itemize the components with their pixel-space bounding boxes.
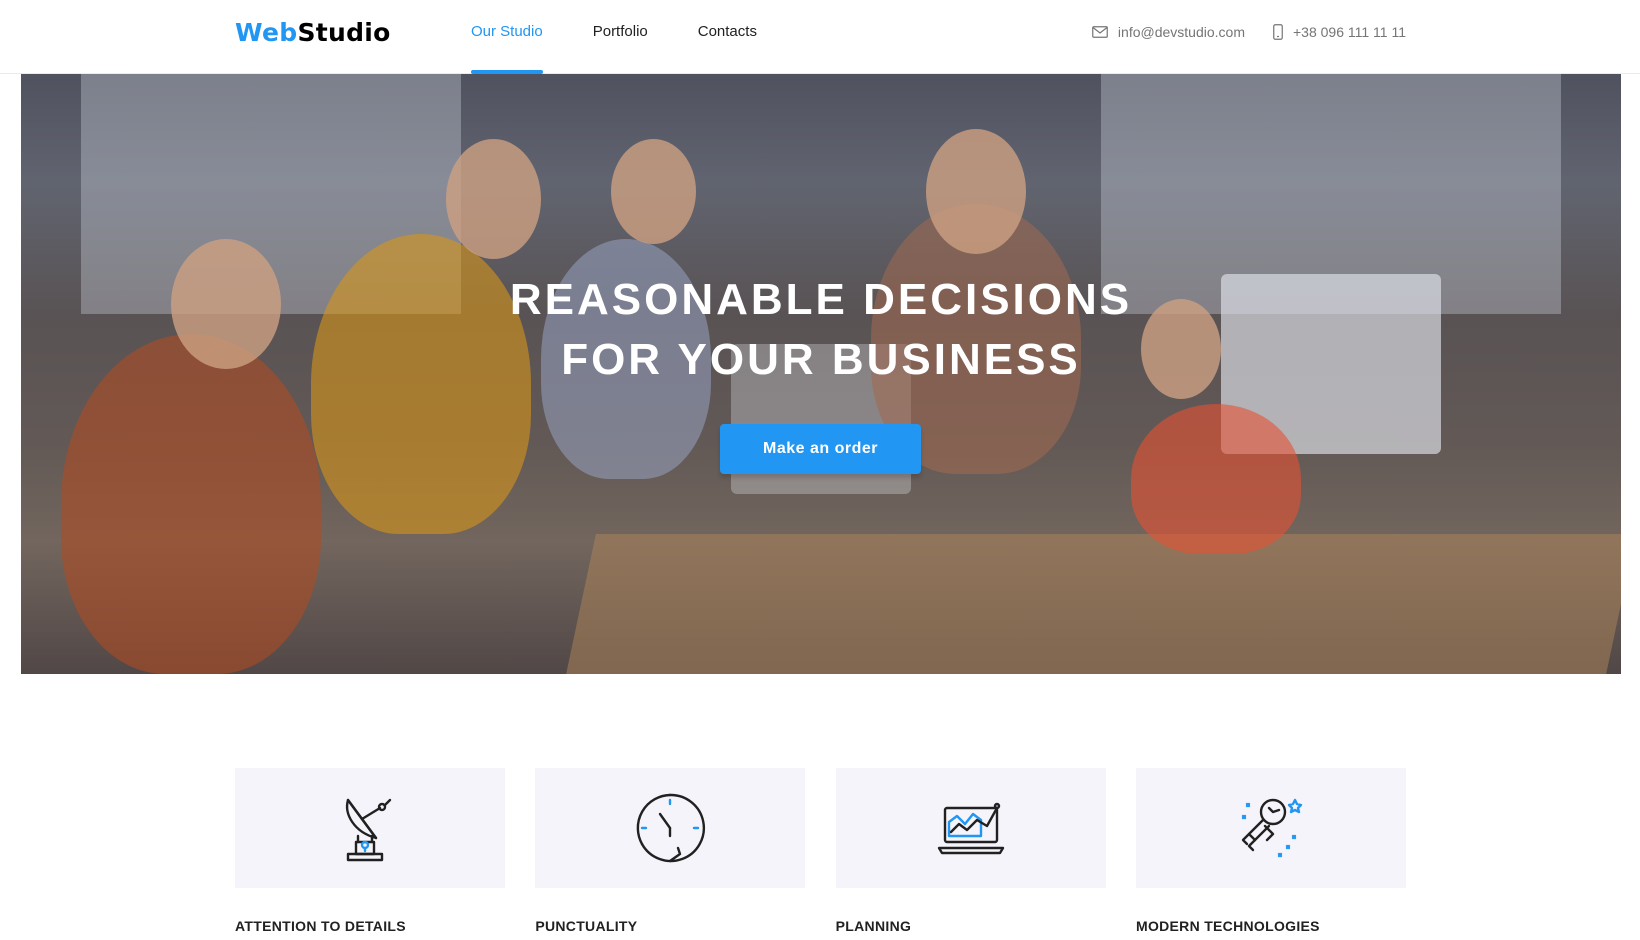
phone-icon [1273, 24, 1283, 40]
feature-card: Punctuality [535, 768, 806, 934]
make-order-button[interactable]: Make an order [720, 424, 921, 474]
phone-link[interactable]: +38 096 111 11 11 [1273, 24, 1406, 40]
hero-title: Reasonable decisions for your business [21, 270, 1621, 390]
email-text: info@devstudio.com [1117, 24, 1245, 40]
satellite-dish-icon [345, 798, 392, 862]
feature-card: Planning [835, 768, 1106, 934]
phone-text: +38 096 111 11 11 [1292, 24, 1406, 40]
feature-title: Modern technologies [1135, 918, 1320, 934]
hero-title-line2: for your business [561, 335, 1081, 384]
feature-card: Attention to details [235, 768, 505, 934]
feature-title: Planning [835, 918, 912, 934]
clock-icon [637, 793, 706, 863]
feature-icon-box [1135, 768, 1406, 888]
features-section: Attention to details Punctuality [235, 768, 1406, 934]
feature-card: Modern technologies [1135, 768, 1406, 934]
astronaut-icon [1241, 798, 1303, 858]
nav-item-our-studio[interactable]: Our Studio [471, 0, 543, 74]
hero-content: Reasonable decisions for your business M… [21, 74, 1621, 674]
laptop-chart-icon [937, 802, 1004, 855]
feature-title: Attention to details [235, 918, 406, 934]
feature-title: Punctuality [535, 918, 638, 934]
site-header: WebStudio Our Studio Portfolio Contacts … [0, 0, 1640, 74]
main-nav: Our Studio Portfolio Contacts [471, 0, 807, 74]
email-link[interactable]: info@devstudio.com [1092, 24, 1245, 40]
nav-item-contacts[interactable]: Contacts [698, 0, 757, 74]
logo-web: Web [235, 18, 298, 47]
feature-icon-box [535, 768, 806, 888]
mail-icon [1092, 26, 1108, 38]
feature-icon-box [835, 768, 1106, 888]
feature-icon-box [235, 768, 505, 888]
hero-title-line1: Reasonable decisions [509, 275, 1133, 324]
header-contacts: info@devstudio.com +38 096 111 11 11 [1064, 0, 1406, 64]
nav-item-portfolio[interactable]: Portfolio [593, 0, 648, 74]
hero-section: Reasonable decisions for your business M… [21, 74, 1621, 674]
logo[interactable]: WebStudio [235, 18, 391, 48]
logo-studio: Studio [297, 18, 391, 47]
